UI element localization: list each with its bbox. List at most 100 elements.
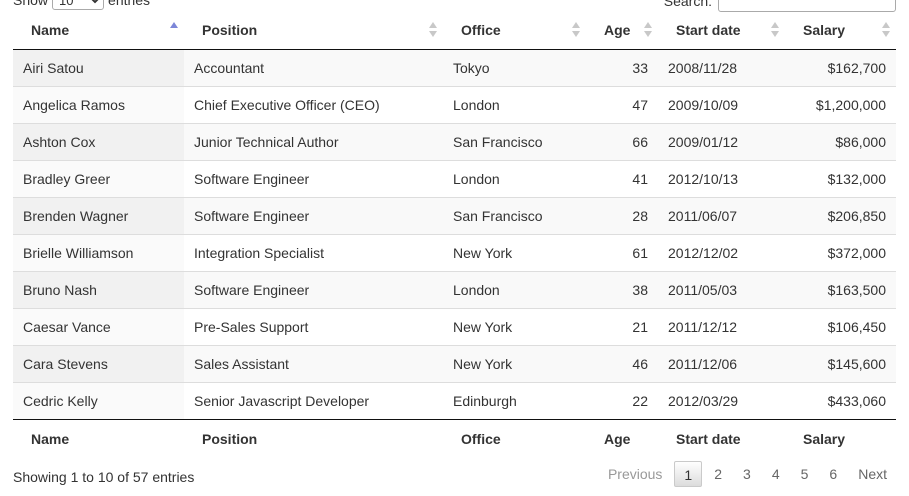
column-header-label: Age [604, 21, 631, 38]
cell-start-date: 2011/06/07 [658, 196, 785, 234]
column-footer-office: Office [443, 418, 586, 459]
cell-name: Brenden Wagner [13, 196, 184, 234]
cell-start-date: 2012/12/02 [658, 233, 785, 271]
cell-age: 33 [586, 49, 658, 86]
length-prefix-label: Show [13, 0, 49, 8]
entries-per-page-select[interactable]: 10 [52, 0, 105, 10]
column-header-label: Start date [676, 21, 741, 38]
column-footer-name: Name [13, 418, 184, 459]
table-info: Showing 1 to 10 of 57 entries [13, 469, 195, 485]
column-header-label: Name [31, 21, 70, 38]
cell-start-date: 2011/05/03 [658, 270, 785, 308]
table-row: Airi Satou Accountant Tokyo 33 2008/11/2… [13, 49, 896, 86]
pagination: Previous 1 2 3 4 5 6 Next [596, 461, 896, 487]
page-button-3[interactable]: 3 [734, 461, 760, 487]
cell-office: San Francisco [443, 122, 586, 160]
page-button-2[interactable]: 2 [705, 461, 731, 487]
sort-both-icon [644, 22, 652, 38]
cell-position: Junior Technical Author [184, 122, 443, 160]
cell-age: 41 [586, 159, 658, 197]
column-header-office[interactable]: Office [443, 11, 586, 50]
cell-office: Edinburgh [443, 381, 586, 419]
cell-salary: $163,500 [785, 270, 896, 308]
cell-start-date: 2011/12/12 [658, 307, 785, 345]
cell-age: 61 [586, 233, 658, 271]
cell-age: 66 [586, 122, 658, 160]
table-controls-bottom: Showing 1 to 10 of 57 entries Previous 1… [0, 461, 909, 496]
cell-office: London [443, 270, 586, 308]
cell-position: Integration Specialist [184, 233, 443, 271]
column-footer-position: Position [184, 418, 443, 459]
cell-office: New York [443, 344, 586, 382]
cell-age: 38 [586, 270, 658, 308]
cell-name: Angelica Ramos [13, 85, 184, 123]
cell-salary: $372,000 [785, 233, 896, 271]
table-row: Caesar Vance Pre-Sales Support New York … [13, 307, 896, 345]
page-button-5[interactable]: 5 [792, 461, 818, 487]
column-header-label: Position [202, 21, 258, 38]
cell-name: Cara Stevens [13, 344, 184, 382]
column-header-start-date[interactable]: Start date [658, 11, 785, 50]
cell-age: 28 [586, 196, 658, 234]
page-button-6[interactable]: 6 [820, 461, 846, 487]
sort-both-icon [429, 22, 437, 38]
entries-length-control: Show 10 entries [13, 0, 150, 10]
footer-row: Name Position Office Age Start date Sala… [13, 418, 896, 459]
cell-salary: $145,600 [785, 344, 896, 382]
table-row: Brielle Williamson Integration Specialis… [13, 233, 896, 271]
table-row: Cedric Kelly Senior Javascript Developer… [13, 381, 896, 419]
table-row: Brenden Wagner Software Engineer San Fra… [13, 196, 896, 234]
column-header-position[interactable]: Position [184, 11, 443, 50]
previous-page-button[interactable]: Previous [599, 461, 671, 487]
cell-position: Software Engineer [184, 159, 443, 197]
cell-start-date: 2009/01/12 [658, 122, 785, 160]
cell-office: San Francisco [443, 196, 586, 234]
cell-salary: $1,200,000 [785, 85, 896, 123]
cell-start-date: 2011/12/06 [658, 344, 785, 382]
sort-both-icon [771, 22, 779, 38]
table-row: Ashton Cox Junior Technical Author San F… [13, 122, 896, 160]
cell-office: New York [443, 233, 586, 271]
cell-office: Tokyo [443, 49, 586, 86]
cell-position: Senior Javascript Developer [184, 381, 443, 419]
column-header-label: Office [461, 21, 501, 38]
length-suffix-label: entries [108, 0, 151, 8]
next-page-button[interactable]: Next [849, 461, 896, 487]
cell-position: Pre-Sales Support [184, 307, 443, 345]
table-row: Cara Stevens Sales Assistant New York 46… [13, 344, 896, 382]
sort-both-icon [882, 22, 890, 38]
column-header-age[interactable]: Age [586, 11, 658, 50]
cell-office: London [443, 85, 586, 123]
sort-both-icon [572, 22, 580, 38]
cell-salary: $433,060 [785, 381, 896, 419]
cell-position: Software Engineer [184, 270, 443, 308]
cell-name: Brielle Williamson [13, 233, 184, 271]
cell-age: 21 [586, 307, 658, 345]
cell-name: Bruno Nash [13, 270, 184, 308]
cell-office: London [443, 159, 586, 197]
sort-ascending-icon [170, 22, 178, 38]
cell-position: Chief Executive Officer (CEO) [184, 85, 443, 123]
search-label: Search: [663, 0, 712, 9]
cell-salary: $132,000 [785, 159, 896, 197]
cell-salary: $206,850 [785, 196, 896, 234]
cell-start-date: 2012/03/29 [658, 381, 785, 419]
column-header-name[interactable]: Name [13, 11, 184, 50]
page-button-4[interactable]: 4 [763, 461, 789, 487]
cell-position: Accountant [184, 49, 443, 86]
employees-table: Name Position Office Age Start date Sala… [13, 11, 896, 459]
column-footer-salary: Salary [785, 418, 896, 459]
cell-age: 22 [586, 381, 658, 419]
cell-start-date: 2012/10/13 [658, 159, 785, 197]
cell-salary: $106,450 [785, 307, 896, 345]
cell-name: Caesar Vance [13, 307, 184, 345]
header-row: Name Position Office Age Start date Sala… [13, 11, 896, 50]
page-button-1[interactable]: 1 [674, 461, 703, 487]
column-header-salary[interactable]: Salary [785, 11, 896, 50]
column-footer-start-date: Start date [658, 418, 785, 459]
column-header-label: Salary [803, 21, 846, 38]
cell-position: Software Engineer [184, 196, 443, 234]
cell-office: New York [443, 307, 586, 345]
cell-name: Ashton Cox [13, 122, 184, 160]
cell-name: Airi Satou [13, 49, 184, 86]
